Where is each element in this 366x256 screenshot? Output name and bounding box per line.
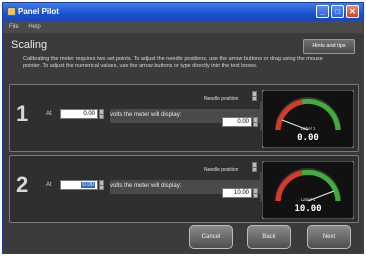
set-point-number: 1 xyxy=(16,101,29,126)
maximize-button[interactable]: □ xyxy=(331,5,344,18)
needle-position-label: Needle position xyxy=(204,167,239,173)
needle-position-label: Needle position xyxy=(204,96,239,102)
set-point-2-panel: 2 At 0.00 volts the meter will display: … xyxy=(9,155,359,223)
close-button[interactable]: ✕ xyxy=(346,5,359,18)
title-bar[interactable]: Panel Pilot _ □ ✕ xyxy=(3,3,363,21)
display-label: volts the meter will display: xyxy=(110,112,182,118)
meter-display[interactable]: Label 1 10.00 xyxy=(261,160,355,220)
display-label: volts the meter will display: xyxy=(110,183,182,189)
app-icon xyxy=(7,7,16,16)
hints-and-tips-button[interactable]: Hints and tips xyxy=(303,39,355,54)
menu-file[interactable]: File xyxy=(9,24,19,30)
needle-value-spinner[interactable] xyxy=(253,188,258,198)
next-button[interactable]: Next xyxy=(307,225,351,249)
set-point-number: 2 xyxy=(16,172,29,197)
volts-spinner[interactable] xyxy=(99,109,104,119)
menu-bar: File Help xyxy=(3,21,363,33)
meter-display[interactable]: Label 1 0.00 xyxy=(261,89,355,149)
needle-value-spinner[interactable] xyxy=(253,117,258,127)
back-button[interactable]: Back xyxy=(247,225,291,249)
at-label: At xyxy=(46,182,52,188)
meter-value: 10.00 xyxy=(294,204,322,214)
window-title: Panel Pilot xyxy=(18,7,59,16)
meter-label: Label 1 xyxy=(300,126,316,131)
needle-value-input[interactable]: 10.00 xyxy=(222,188,252,198)
instructions-text: Calibrating the meter requires two set p… xyxy=(23,56,323,69)
needle-position-spinner[interactable] xyxy=(252,162,257,172)
menu-help[interactable]: Help xyxy=(28,24,40,30)
needle-position-spinner[interactable] xyxy=(252,91,257,101)
page-title: Scaling xyxy=(11,39,48,51)
volts-input[interactable]: 0.00 xyxy=(60,109,98,119)
set-point-1-panel: 1 At 0.00 volts the meter will display: … xyxy=(9,84,359,152)
meter-label: Label 1 xyxy=(300,197,316,202)
minimize-button[interactable]: _ xyxy=(316,5,329,18)
meter-value: 0.00 xyxy=(297,133,319,143)
volts-spinner[interactable] xyxy=(99,180,104,190)
at-label: At xyxy=(46,111,52,117)
needle-value-input[interactable]: 0.00 xyxy=(222,117,252,127)
volts-input[interactable]: 0.00 xyxy=(60,180,98,190)
cancel-button[interactable]: Cancel xyxy=(189,225,233,249)
panel-pilot-window: Panel Pilot _ □ ✕ File Help Scaling Hint… xyxy=(2,2,364,254)
